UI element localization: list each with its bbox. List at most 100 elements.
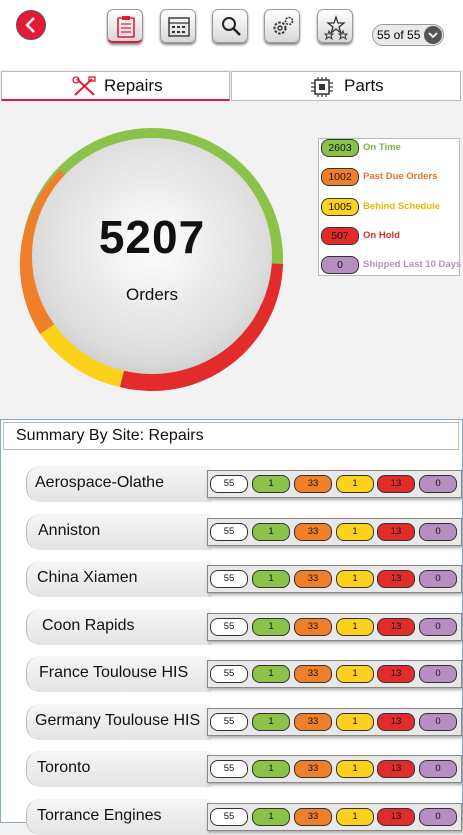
legend-label: On Hold: [363, 230, 400, 241]
back-button[interactable]: [16, 10, 46, 40]
site-status-counts: 55 1 33 1 13 0: [207, 660, 462, 688]
count-total[interactable]: 55: [210, 665, 248, 683]
legend-item-on-time[interactable]: 2603 On Time: [319, 139, 461, 159]
count-behind-schedule[interactable]: 1: [336, 760, 374, 778]
count-on-hold[interactable]: 13: [377, 665, 415, 683]
legend-count: 1005: [321, 198, 359, 216]
page-indicator-text: 55 of 55: [377, 28, 421, 42]
count-on-time[interactable]: 1: [252, 760, 290, 778]
site-row[interactable]: Torrance Engines 55 1 33 1 13 0: [26, 798, 462, 835]
toolbar-orders-button[interactable]: [107, 9, 143, 43]
status-legend: 2603 On Time 1002 Past Due Orders 1005 B…: [318, 138, 461, 276]
site-name: Torrance Engines: [26, 798, 211, 835]
count-shipped[interactable]: 0: [419, 570, 457, 588]
count-shipped[interactable]: 0: [419, 617, 457, 636]
site-name: Toronto: [26, 751, 211, 787]
count-past-due[interactable]: 33: [294, 522, 332, 541]
count-on-hold[interactable]: 13: [377, 617, 415, 636]
gears-icon: [273, 16, 294, 35]
legend-item-past-due[interactable]: 1002 Past Due Orders: [319, 168, 461, 188]
tools-icon: [72, 76, 96, 96]
site-row[interactable]: France Toulouse HIS 55 1 33 1 13 0: [26, 656, 462, 692]
site-row[interactable]: China Xiamen 55 1 33 1 13 0: [26, 561, 462, 597]
chevron-down-icon: [428, 32, 438, 39]
count-behind-schedule[interactable]: 1: [336, 712, 374, 731]
site-name: Anniston: [26, 513, 211, 550]
site-name: Aerospace-Olathe: [26, 466, 211, 502]
count-on-hold[interactable]: 13: [377, 760, 415, 778]
site-status-counts: 55 1 33 1 13 0: [207, 802, 462, 831]
legend-label: Shipped Last 10 Days: [363, 259, 462, 270]
count-on-hold[interactable]: 13: [377, 522, 415, 541]
tab-parts[interactable]: Parts: [231, 71, 461, 101]
count-on-hold[interactable]: 13: [377, 475, 415, 493]
legend-item-behind-schedule[interactable]: 1005 Behind Schedule: [319, 198, 461, 218]
count-total[interactable]: 55: [210, 712, 248, 731]
count-past-due[interactable]: 33: [294, 712, 332, 731]
search-icon: [222, 17, 241, 36]
count-total[interactable]: 55: [210, 522, 248, 541]
count-total[interactable]: 55: [210, 617, 248, 636]
toolbar-favorites-button[interactable]: [317, 9, 353, 43]
count-total[interactable]: 55: [210, 760, 248, 778]
count-shipped[interactable]: 0: [419, 760, 457, 778]
clipboard-icon: [117, 16, 135, 38]
count-shipped[interactable]: 0: [419, 712, 457, 731]
site-status-counts: 55 1 33 1 13 0: [207, 707, 462, 736]
site-row[interactable]: Anniston 55 1 33 1 13 0: [26, 513, 462, 550]
count-on-time[interactable]: 1: [252, 712, 290, 731]
count-total[interactable]: 55: [210, 570, 248, 588]
count-total[interactable]: 55: [210, 475, 248, 493]
legend-count: 2603: [321, 139, 359, 157]
site-name: China Xiamen: [26, 561, 211, 597]
site-name: Coon Rapids: [26, 608, 211, 645]
legend-count: 507: [321, 227, 359, 245]
legend-item-shipped[interactable]: 0 Shipped Last 10 Days: [319, 256, 461, 276]
site-row[interactable]: Toronto 55 1 33 1 13 0: [26, 751, 462, 787]
count-past-due[interactable]: 33: [294, 570, 332, 588]
toolbar-settings-button[interactable]: [264, 9, 300, 43]
legend-label: Past Due Orders: [363, 171, 438, 182]
summary-by-site: Summary By Site: Repairs Aerospace-Olath…: [0, 419, 463, 835]
pager-dropdown-button[interactable]: [424, 26, 442, 44]
count-shipped[interactable]: 0: [419, 665, 457, 683]
count-behind-schedule[interactable]: 1: [336, 617, 374, 636]
count-behind-schedule[interactable]: 1: [336, 665, 374, 683]
stars-icon: [323, 14, 349, 40]
count-on-hold[interactable]: 13: [377, 570, 415, 588]
legend-label: Behind Schedule: [363, 201, 441, 212]
tab-repairs[interactable]: Repairs: [1, 71, 230, 101]
count-past-due[interactable]: 33: [294, 617, 332, 636]
chevron-left-icon: [25, 17, 35, 33]
total-orders-label: Orders: [126, 285, 178, 304]
site-row[interactable]: Aerospace-Olathe 55 1 33 1 13 0: [26, 466, 462, 502]
count-past-due[interactable]: 33: [294, 760, 332, 778]
page-indicator[interactable]: 55 of 55: [372, 24, 444, 46]
site-row[interactable]: Germany Toulouse HIS 55 1 33 1 13 0: [26, 703, 462, 740]
tab-bar: Repairs Parts: [0, 71, 463, 103]
site-status-counts: 55 1 33 1 13 0: [207, 612, 462, 641]
toolbar-calendar-button[interactable]: [160, 9, 196, 43]
circuit-chip-icon: [311, 77, 333, 97]
count-past-due[interactable]: 33: [294, 475, 332, 493]
count-shipped[interactable]: 0: [419, 475, 457, 493]
count-on-time[interactable]: 1: [252, 522, 290, 541]
count-shipped[interactable]: 0: [419, 522, 457, 541]
count-on-time[interactable]: 1: [252, 475, 290, 493]
count-on-time[interactable]: 1: [252, 617, 290, 636]
count-past-due[interactable]: 33: [294, 665, 332, 683]
legend-item-on-hold[interactable]: 507 On Hold: [319, 227, 461, 247]
tab-parts-label: Parts: [344, 76, 384, 95]
legend-count: 0: [321, 256, 359, 274]
site-row[interactable]: Coon Rapids 55 1 33 1 13 0: [26, 608, 462, 645]
count-behind-schedule[interactable]: 1: [336, 475, 374, 493]
count-on-time[interactable]: 1: [252, 665, 290, 683]
count-on-time[interactable]: 1: [252, 570, 290, 588]
toolbar-search-button[interactable]: [212, 9, 248, 43]
count-behind-schedule[interactable]: 1: [336, 570, 374, 588]
count-on-hold[interactable]: 13: [377, 712, 415, 731]
calendar-icon: [168, 17, 190, 37]
site-status-counts: 55 1 33 1 13 0: [207, 755, 462, 783]
legend-label: On Time: [363, 142, 401, 153]
count-behind-schedule[interactable]: 1: [336, 522, 374, 541]
